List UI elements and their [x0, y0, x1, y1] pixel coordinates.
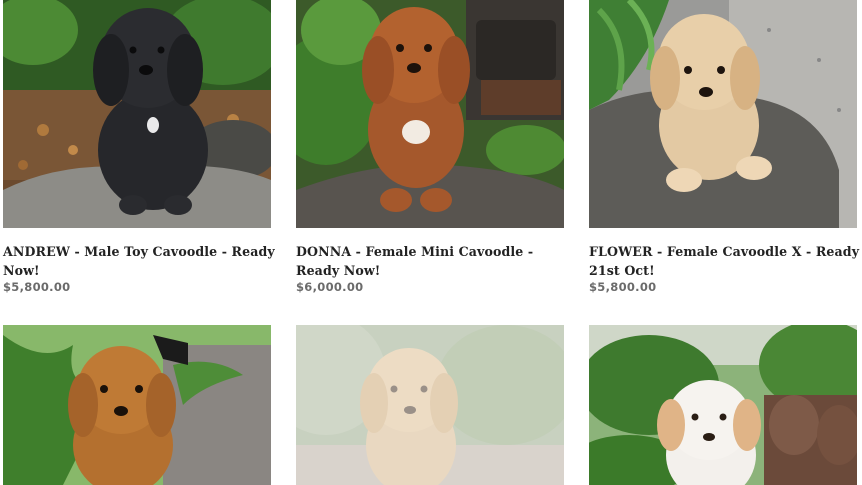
product-title[interactable]: DONNA - Female Mini Cavoodle - Ready Now…: [296, 242, 568, 280]
product-price: $5,800.00: [589, 280, 657, 294]
product-price: $5,800.00: [3, 280, 71, 294]
product-image-donna[interactable]: [296, 0, 564, 228]
product-title[interactable]: FLOWER - Female Cavoodle X - Ready 21st …: [589, 242, 861, 280]
product-image-andrew[interactable]: [3, 0, 271, 228]
product-image-6[interactable]: [589, 325, 857, 485]
product-title[interactable]: ANDREW - Male Toy Cavoodle - Ready Now!: [3, 242, 275, 280]
product-image-5[interactable]: [296, 325, 564, 485]
product-image-flower[interactable]: [589, 0, 857, 228]
sold-overlay: [296, 325, 564, 485]
product-image-4[interactable]: [3, 325, 271, 485]
product-price: $6,000.00: [296, 280, 364, 294]
